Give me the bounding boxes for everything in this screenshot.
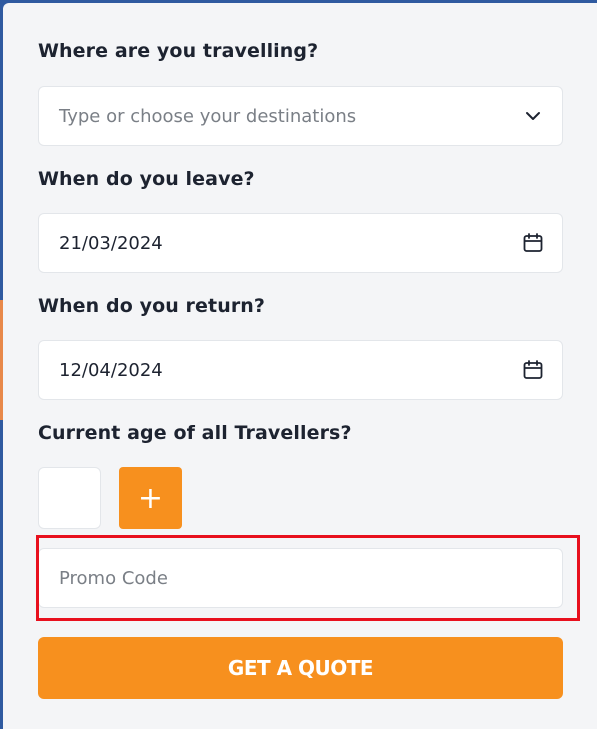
chevron-down-icon[interactable] [522,105,544,127]
return-date-input[interactable]: 12/04/2024 [38,340,563,400]
leave-date-input[interactable]: 21/03/2024 [38,213,563,273]
promo-code-input[interactable]: Promo Code [38,548,563,608]
calendar-icon[interactable] [522,359,544,381]
destination-select[interactable]: Type or choose your destinations [38,86,563,146]
get-quote-button[interactable]: GET A QUOTE [38,637,563,699]
leave-date-label: When do you leave? [38,168,255,190]
traveller-ages-label: Current age of all Travellers? [38,422,352,444]
return-date-value: 12/04/2024 [59,359,163,381]
return-date-label: When do you return? [38,295,266,317]
destination-placeholder: Type or choose your destinations [59,105,357,127]
add-traveller-button[interactable]: + [119,467,182,529]
promo-code-placeholder: Promo Code [59,567,168,589]
leave-date-value: 21/03/2024 [59,232,163,254]
destination-label: Where are you travelling? [38,40,319,62]
calendar-icon[interactable] [522,232,544,254]
plus-icon: + [137,480,164,516]
traveller-age-input[interactable] [38,467,101,529]
